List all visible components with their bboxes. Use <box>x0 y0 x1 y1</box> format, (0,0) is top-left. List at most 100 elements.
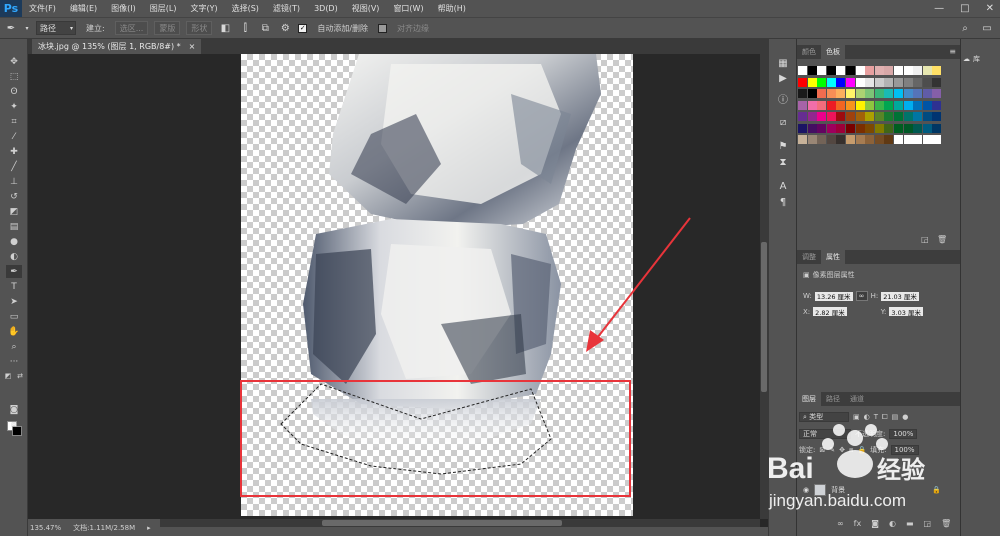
swatch[interactable] <box>798 135 807 144</box>
menu-view[interactable]: 视图(V) <box>345 3 387 14</box>
swatch[interactable] <box>932 123 942 133</box>
swatch[interactable] <box>807 135 817 144</box>
x-field[interactable]: 2.82 厘米 <box>813 307 847 317</box>
swatch[interactable] <box>894 77 903 87</box>
swatch[interactable] <box>884 123 894 133</box>
workspace-icon[interactable]: ▭ <box>980 21 994 35</box>
swatch[interactable] <box>817 100 827 110</box>
tab-swatches[interactable]: 色板 <box>821 45 845 59</box>
swatch[interactable] <box>865 77 875 87</box>
swatch[interactable] <box>932 77 942 87</box>
auto-add-delete-checkbox[interactable]: ✓ <box>298 23 308 33</box>
new-group-icon[interactable]: ▬ <box>906 519 914 528</box>
swatch[interactable] <box>903 135 913 144</box>
tab-channels[interactable]: 通道 <box>845 392 869 406</box>
swatch[interactable] <box>903 123 913 133</box>
swatch[interactable] <box>913 89 923 98</box>
horizontal-scroll-thumb[interactable] <box>322 520 562 526</box>
swatch[interactable] <box>836 100 846 110</box>
swatch[interactable] <box>913 135 923 144</box>
menu-layer[interactable]: 图层(L) <box>143 3 184 14</box>
zoom-tool-icon[interactable]: ⌕ <box>6 340 22 353</box>
gear-icon[interactable]: ⚙ <box>278 21 292 35</box>
new-layer-icon[interactable]: ◲ <box>924 519 932 528</box>
swatch[interactable] <box>922 123 932 133</box>
align-edges-checkbox[interactable] <box>378 23 388 33</box>
swatch[interactable] <box>913 112 923 121</box>
marquee-tool-icon[interactable]: ⬚ <box>6 70 22 83</box>
brush-settings-icon[interactable]: ⚑ <box>776 139 790 153</box>
horizontal-scrollbar[interactable] <box>160 519 760 527</box>
swatch[interactable] <box>865 66 875 75</box>
swatch[interactable] <box>874 77 884 87</box>
swatch[interactable] <box>855 135 865 144</box>
swatch[interactable] <box>865 112 875 121</box>
link-icon[interactable]: ∞ <box>855 291 868 301</box>
path-operations-icon[interactable]: ◧ <box>218 21 232 35</box>
swatch[interactable] <box>874 112 884 121</box>
rectangle-tool-icon[interactable]: ▭ <box>6 310 22 323</box>
move-tool-icon[interactable]: ✥ <box>6 55 22 68</box>
swatch[interactable] <box>826 135 836 144</box>
swatch[interactable] <box>817 66 827 75</box>
height-field[interactable]: 21.03 厘米 <box>881 291 919 301</box>
swatch[interactable] <box>836 123 846 133</box>
swatch[interactable] <box>865 89 875 98</box>
swatch[interactable] <box>855 100 865 110</box>
swatch[interactable] <box>932 89 942 98</box>
tab-layers[interactable]: 图层 <box>797 392 821 406</box>
selection-button[interactable]: 选区... <box>114 21 149 35</box>
swatch[interactable] <box>836 89 846 98</box>
swatch[interactable] <box>894 112 903 121</box>
menu-image[interactable]: 图像(I) <box>104 3 143 14</box>
swatch[interactable] <box>874 89 884 98</box>
menu-filter[interactable]: 滤镜(T) <box>266 3 307 14</box>
y-field[interactable]: 3.03 厘米 <box>889 307 923 317</box>
clone-source-icon[interactable]: ⧗ <box>776 155 790 169</box>
swatch[interactable] <box>817 77 827 87</box>
swatch[interactable] <box>922 112 932 121</box>
swatch[interactable] <box>865 123 875 133</box>
swatch[interactable] <box>932 100 942 110</box>
swatch[interactable] <box>798 112 807 121</box>
gradient-tool-icon[interactable]: ▤ <box>6 220 22 233</box>
swatch[interactable] <box>894 135 903 144</box>
chevron-down-icon[interactable]: ▾ <box>24 21 30 35</box>
swatch[interactable] <box>836 135 846 144</box>
menu-file[interactable]: 文件(F) <box>22 3 63 14</box>
swatch[interactable] <box>884 112 894 121</box>
fx-icon[interactable]: fx <box>854 519 862 528</box>
libraries-button[interactable]: ☁ 库 <box>963 52 999 66</box>
swatch[interactable] <box>836 66 846 75</box>
add-mask-icon[interactable]: ◙ <box>871 519 879 528</box>
magic-wand-tool-icon[interactable]: ✦ <box>6 100 22 113</box>
swatch[interactable] <box>826 123 836 133</box>
paragraph-icon[interactable]: ¶ <box>776 195 790 209</box>
pen-tool-icon[interactable]: ✒ <box>6 265 22 278</box>
swatch[interactable] <box>913 123 923 133</box>
swatch[interactable] <box>817 89 827 98</box>
swatch[interactable] <box>826 100 836 110</box>
shape-button[interactable]: 形状 <box>186 21 213 35</box>
swatch[interactable] <box>855 89 865 98</box>
swatch[interactable] <box>855 66 865 75</box>
hand-tool-icon[interactable]: ✋ <box>6 325 22 338</box>
crop-tool-icon[interactable]: ⌗ <box>6 115 22 128</box>
more-tools-icon[interactable]: ··· <box>6 355 22 368</box>
swatch[interactable] <box>826 66 836 75</box>
swatch[interactable] <box>922 89 932 98</box>
brush-tool-icon[interactable]: ╱ <box>6 160 22 173</box>
swatch[interactable] <box>922 77 932 87</box>
clone-stamp-tool-icon[interactable]: ⊥ <box>6 175 22 188</box>
swatch[interactable] <box>865 100 875 110</box>
document-size[interactable]: 文档:1.11M/2.58M <box>73 523 135 533</box>
close-button[interactable]: ✕ <box>986 3 994 14</box>
swatch[interactable] <box>807 89 817 98</box>
screen-mode-icon[interactable]: ⧈ <box>6 418 22 431</box>
mask-button[interactable]: 蒙版 <box>154 21 181 35</box>
pen-tool-preset-icon[interactable]: ✒ <box>4 21 18 35</box>
search-icon[interactable]: ⌕ <box>958 21 972 35</box>
swatch[interactable] <box>807 123 817 133</box>
tab-color[interactable]: 颜色 <box>797 45 821 59</box>
path-arrangement-icon[interactable]: ⧉ <box>258 21 272 35</box>
